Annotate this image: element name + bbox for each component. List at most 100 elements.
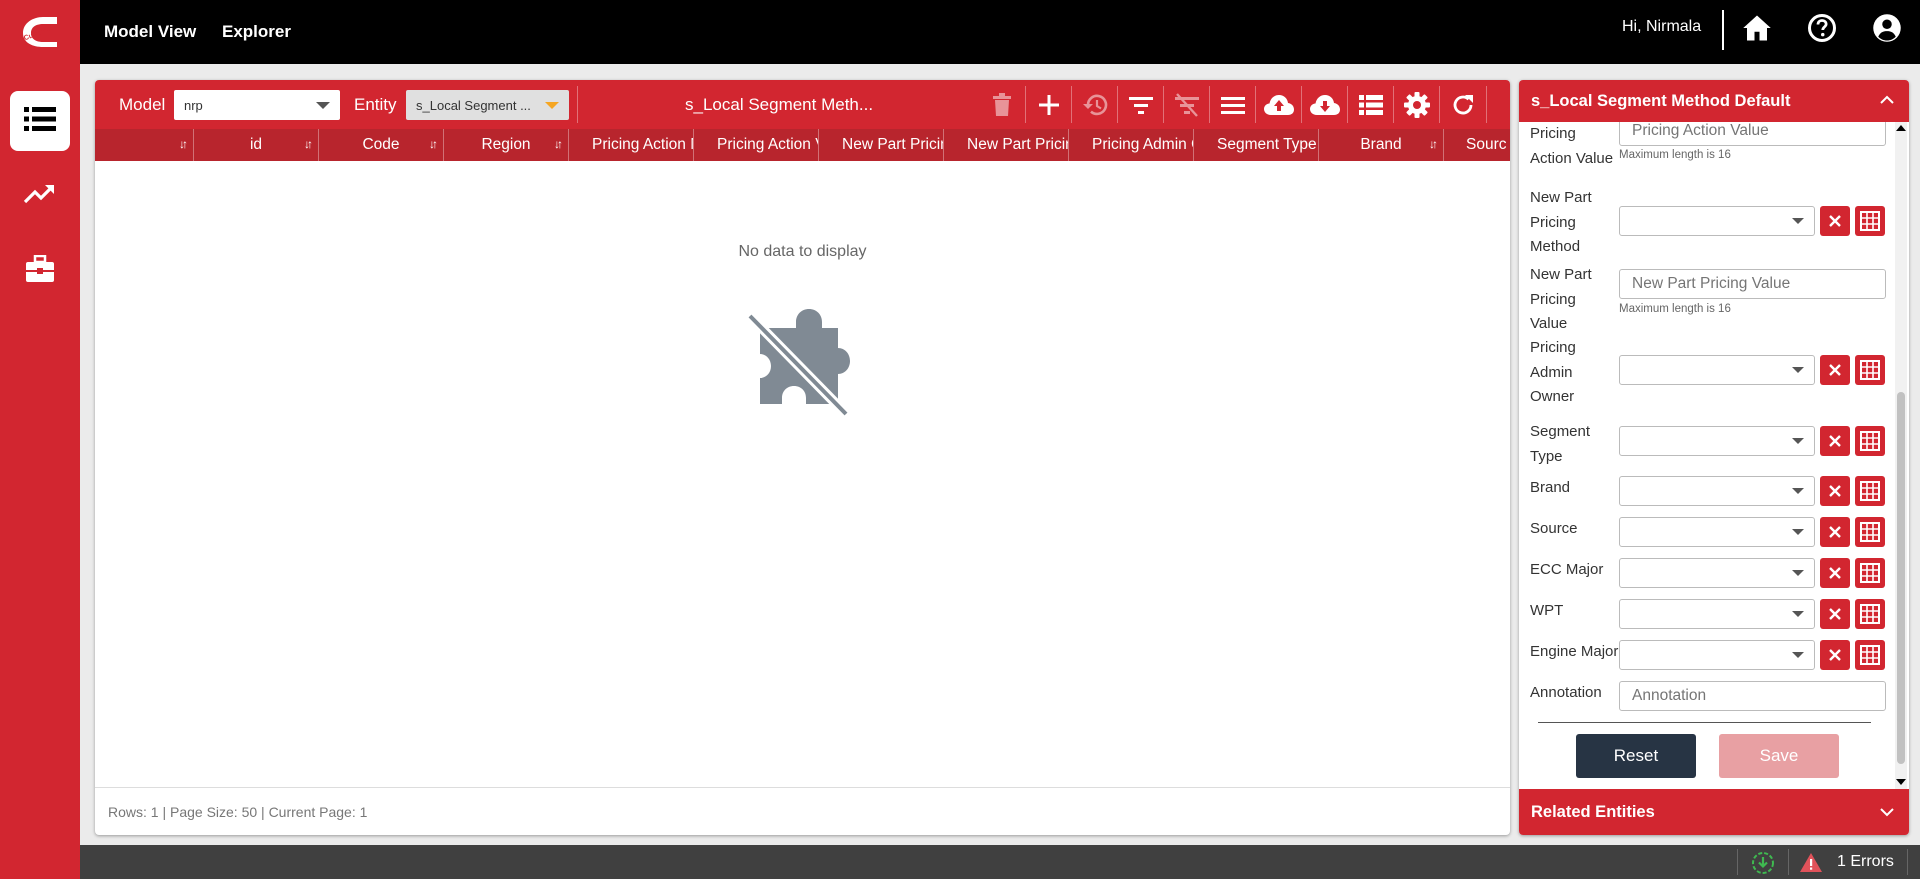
column-header-pricing-action-value[interactable]: Pricing Action V bbox=[694, 129, 819, 161]
related-entities-header[interactable]: Related Entities bbox=[1519, 789, 1909, 835]
download-cloud-icon[interactable] bbox=[1308, 88, 1342, 122]
sort-icon[interactable]: ↓↑ bbox=[429, 137, 438, 151]
lookup-wpt-button[interactable] bbox=[1855, 599, 1885, 629]
delete-icon[interactable] bbox=[985, 88, 1019, 122]
column-header-region[interactable]: Region ↓↑ bbox=[444, 129, 569, 161]
grid-lookup-icon bbox=[1860, 431, 1880, 451]
rail-trends-button[interactable] bbox=[10, 165, 70, 225]
model-select[interactable]: nrp bbox=[174, 90, 340, 120]
chevron-down-icon bbox=[545, 102, 559, 109]
field-label-annotation: Annotation bbox=[1530, 684, 1602, 701]
column-header-brand[interactable]: Brand ↓↑ bbox=[1319, 129, 1444, 161]
clear-segment-type-button[interactable] bbox=[1820, 426, 1850, 456]
clear-pricing-admin-owner-button[interactable] bbox=[1820, 355, 1850, 385]
filter-icon[interactable] bbox=[1124, 88, 1158, 122]
toolbar-divider bbox=[1486, 86, 1487, 123]
wpt-select[interactable] bbox=[1619, 599, 1815, 629]
chevron-down-icon bbox=[316, 102, 330, 109]
chevron-down-icon[interactable] bbox=[1879, 804, 1895, 820]
segment-type-select[interactable] bbox=[1619, 426, 1815, 456]
source-select[interactable] bbox=[1619, 517, 1815, 547]
clear-brand-button[interactable] bbox=[1820, 476, 1850, 506]
sync-status-icon[interactable] bbox=[1751, 851, 1775, 879]
left-rail bbox=[0, 64, 80, 879]
reset-button[interactable]: Reset bbox=[1576, 734, 1696, 778]
sort-icon[interactable]: ↓↑ bbox=[554, 137, 563, 151]
clear-engine-major-button[interactable] bbox=[1820, 640, 1850, 670]
sort-icon[interactable]: ↓↑ bbox=[1429, 137, 1438, 151]
clear-filter-icon[interactable] bbox=[1170, 88, 1204, 122]
lookup-engine-major-button[interactable] bbox=[1855, 640, 1885, 670]
nav-model-view[interactable]: Model View bbox=[104, 0, 196, 64]
refresh-icon[interactable] bbox=[1446, 88, 1480, 122]
no-data-plugin-icon bbox=[738, 298, 858, 418]
clear-wpt-button[interactable] bbox=[1820, 599, 1850, 629]
clear-new-part-pricing-method-button[interactable] bbox=[1820, 206, 1850, 236]
column-header-segment-type[interactable]: Segment Type bbox=[1194, 129, 1319, 161]
entity-label: Entity bbox=[354, 94, 397, 114]
column-header-new-part-pricing-method[interactable]: New Part Pricin bbox=[819, 129, 944, 161]
column-header-new-part-pricing-value[interactable]: New Part Pricin bbox=[944, 129, 1069, 161]
pricing-action-value-input[interactable] bbox=[1619, 122, 1886, 146]
sort-icon[interactable]: ↓↑ bbox=[304, 137, 313, 151]
column-header-id[interactable]: id ↓↑ bbox=[194, 129, 319, 161]
engine-major-select[interactable] bbox=[1619, 640, 1815, 670]
form-body: Pricing Action Value Maximum length is 1… bbox=[1519, 122, 1894, 789]
column-header-source[interactable]: Sourc bbox=[1444, 129, 1510, 161]
field-label-ecc-major: ECC Major bbox=[1530, 561, 1604, 578]
clear-ecc-major-button[interactable] bbox=[1820, 558, 1850, 588]
scroll-up-arrow-icon[interactable] bbox=[1896, 125, 1906, 131]
cummins-logo[interactable]: Cummins bbox=[0, 0, 80, 64]
field-label-segment-type: Segment Type bbox=[1530, 423, 1591, 465]
upload-cloud-icon[interactable] bbox=[1262, 88, 1296, 122]
column-header-select[interactable]: ↓↑ bbox=[95, 129, 194, 161]
user-greeting: Hi, Nirmala bbox=[1622, 18, 1702, 35]
brand-select[interactable] bbox=[1619, 476, 1815, 506]
add-icon[interactable] bbox=[1032, 88, 1066, 122]
form-scrollbar[interactable] bbox=[1895, 122, 1907, 789]
new-part-pricing-method-select[interactable] bbox=[1619, 206, 1815, 236]
toolbar-divider bbox=[1163, 86, 1164, 123]
column-header-pricing-admin-owner[interactable]: Pricing Admin O bbox=[1069, 129, 1194, 161]
lookup-brand-button[interactable] bbox=[1855, 476, 1885, 506]
scrollbar-thumb[interactable] bbox=[1897, 392, 1905, 764]
chevron-down-icon bbox=[1792, 570, 1804, 576]
chevron-up-icon[interactable] bbox=[1879, 92, 1895, 108]
settings-icon[interactable] bbox=[1400, 88, 1434, 122]
ecc-major-select[interactable] bbox=[1619, 558, 1815, 588]
lookup-pricing-admin-owner-button[interactable] bbox=[1855, 355, 1885, 385]
column-header-pricing-action-method[interactable]: Pricing Action M bbox=[569, 129, 694, 161]
pricing-admin-owner-select[interactable] bbox=[1619, 355, 1815, 385]
close-icon bbox=[1829, 435, 1841, 447]
menu-icon[interactable] bbox=[1216, 88, 1250, 122]
entity-select[interactable]: s_Local Segment ... bbox=[406, 90, 569, 120]
field-label-wpt: WPT bbox=[1530, 602, 1564, 619]
form-divider bbox=[1538, 722, 1871, 723]
error-count[interactable]: 1 Errors bbox=[1837, 845, 1894, 879]
nav-explorer[interactable]: Explorer bbox=[222, 0, 291, 64]
status-divider bbox=[1737, 849, 1738, 875]
clear-source-button[interactable] bbox=[1820, 517, 1850, 547]
sort-icon[interactable]: ↓↑ bbox=[179, 137, 188, 151]
annotation-input[interactable] bbox=[1619, 681, 1886, 711]
lookup-new-part-pricing-method-button[interactable] bbox=[1855, 206, 1885, 236]
form-panel-header[interactable]: s_Local Segment Method Default bbox=[1519, 80, 1909, 122]
toolbar-divider bbox=[1255, 86, 1256, 123]
home-icon[interactable] bbox=[1741, 12, 1773, 44]
scroll-down-arrow-icon[interactable] bbox=[1896, 779, 1906, 785]
lookup-source-button[interactable] bbox=[1855, 517, 1885, 547]
new-part-pricing-value-input[interactable] bbox=[1619, 269, 1886, 299]
rail-briefcase-button[interactable] bbox=[10, 241, 70, 301]
history-icon[interactable] bbox=[1078, 88, 1112, 122]
column-header-code[interactable]: Code ↓↑ bbox=[319, 129, 444, 161]
field-label-new-part-pricing-method: New Part Pricing Method bbox=[1530, 189, 1592, 255]
close-icon bbox=[1829, 608, 1841, 620]
status-bar: 1 Errors bbox=[80, 845, 1920, 879]
rail-list-button[interactable] bbox=[10, 91, 70, 151]
lookup-segment-type-button[interactable] bbox=[1855, 426, 1885, 456]
help-icon[interactable] bbox=[1806, 12, 1838, 44]
view-list-icon[interactable] bbox=[1354, 88, 1388, 122]
lookup-ecc-major-button[interactable] bbox=[1855, 558, 1885, 588]
user-account-icon[interactable] bbox=[1871, 12, 1903, 44]
save-button[interactable]: Save bbox=[1719, 734, 1839, 778]
